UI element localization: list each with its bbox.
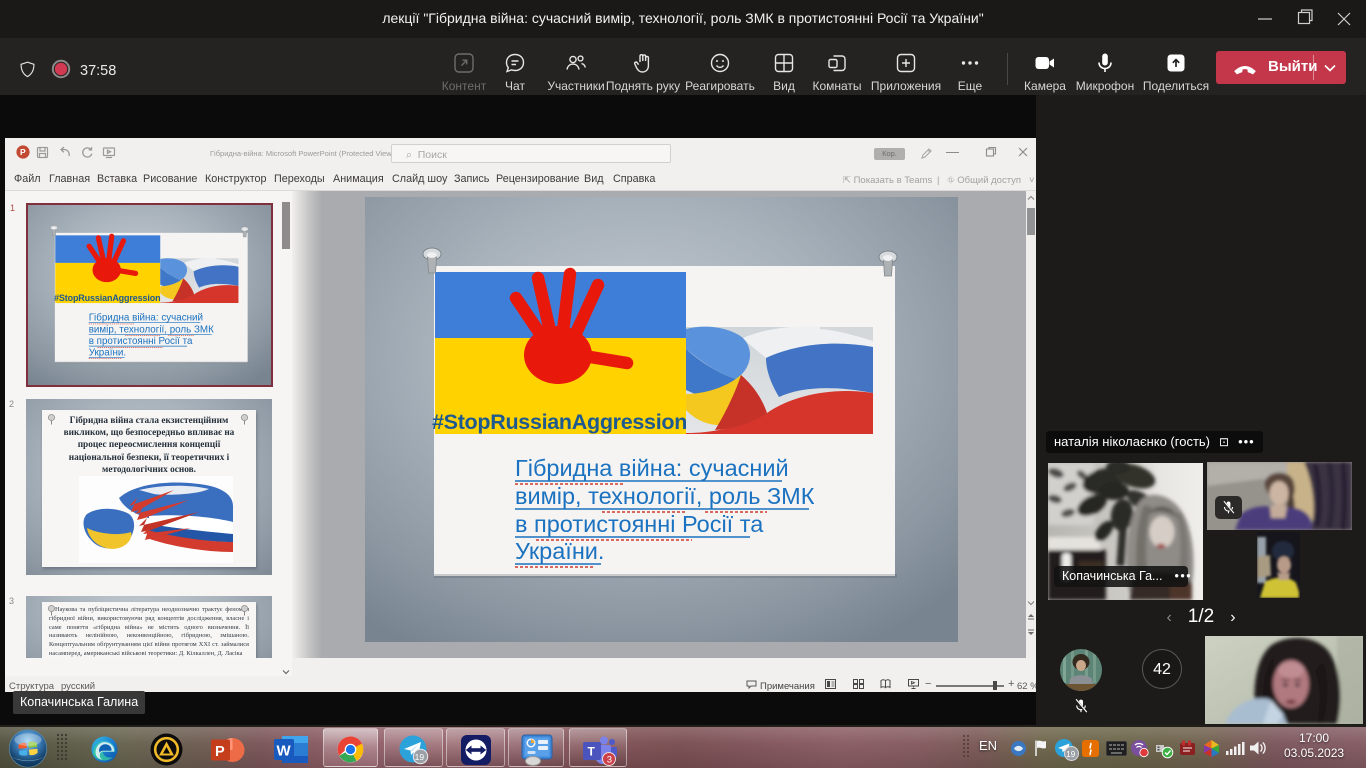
svg-text:19: 19 — [415, 752, 425, 762]
svg-text:19: 19 — [1066, 750, 1075, 759]
svg-text:W: W — [277, 743, 292, 760]
svg-text:T: T — [588, 745, 596, 759]
svg-text:P: P — [215, 744, 225, 760]
svg-text:3: 3 — [607, 755, 612, 766]
svg-text:P: P — [20, 147, 26, 157]
